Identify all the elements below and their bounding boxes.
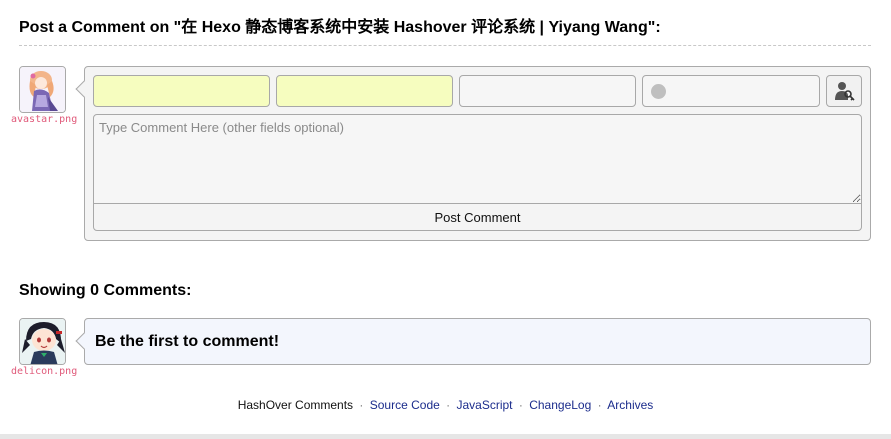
comment-count-heading: Showing 0 Comments: (19, 282, 192, 299)
comment-form: Post Comment (75, 66, 871, 241)
archives-link[interactable]: Archives (607, 398, 653, 412)
user-key-icon (835, 82, 855, 101)
hashover-footer: HashOver Comments · Source Code · JavaSc… (0, 397, 891, 413)
first-comment-prompt: Be the first to comment! (95, 333, 280, 350)
avatar-filename-caption: delicon.png (11, 366, 78, 377)
comment-textarea[interactable] (93, 114, 862, 204)
email-field[interactable] (459, 75, 636, 107)
login-button[interactable] (826, 75, 862, 107)
default-avatar (19, 318, 66, 365)
empty-comments-message: Be the first to comment! (75, 318, 871, 365)
footer-separator: · (597, 398, 602, 412)
name-field[interactable] (93, 75, 270, 107)
post-comment-button[interactable]: Post Comment (93, 203, 862, 231)
bottom-divider (0, 434, 891, 439)
footer-separator: · (359, 398, 364, 412)
footer-separator: · (446, 398, 451, 412)
anime-girl-avatar-image (20, 67, 65, 112)
source-code-link[interactable]: Source Code (370, 398, 440, 412)
avatar-filename-caption: avastar.png (11, 114, 78, 125)
footer-separator: · (518, 398, 523, 412)
changelog-link[interactable]: ChangeLog (529, 398, 591, 412)
speech-pointer (75, 80, 93, 98)
form-title: Post a Comment on "在 Hexo 静态博客系统中安装 Hash… (19, 17, 871, 46)
javascript-link[interactable]: JavaScript (456, 398, 512, 412)
speech-pointer (75, 332, 93, 350)
password-field[interactable] (276, 75, 453, 107)
website-field[interactable] (642, 75, 820, 107)
user-avatar (19, 66, 66, 113)
footer-brand: HashOver Comments (237, 398, 354, 412)
anime-character-avatar-image (20, 319, 65, 364)
